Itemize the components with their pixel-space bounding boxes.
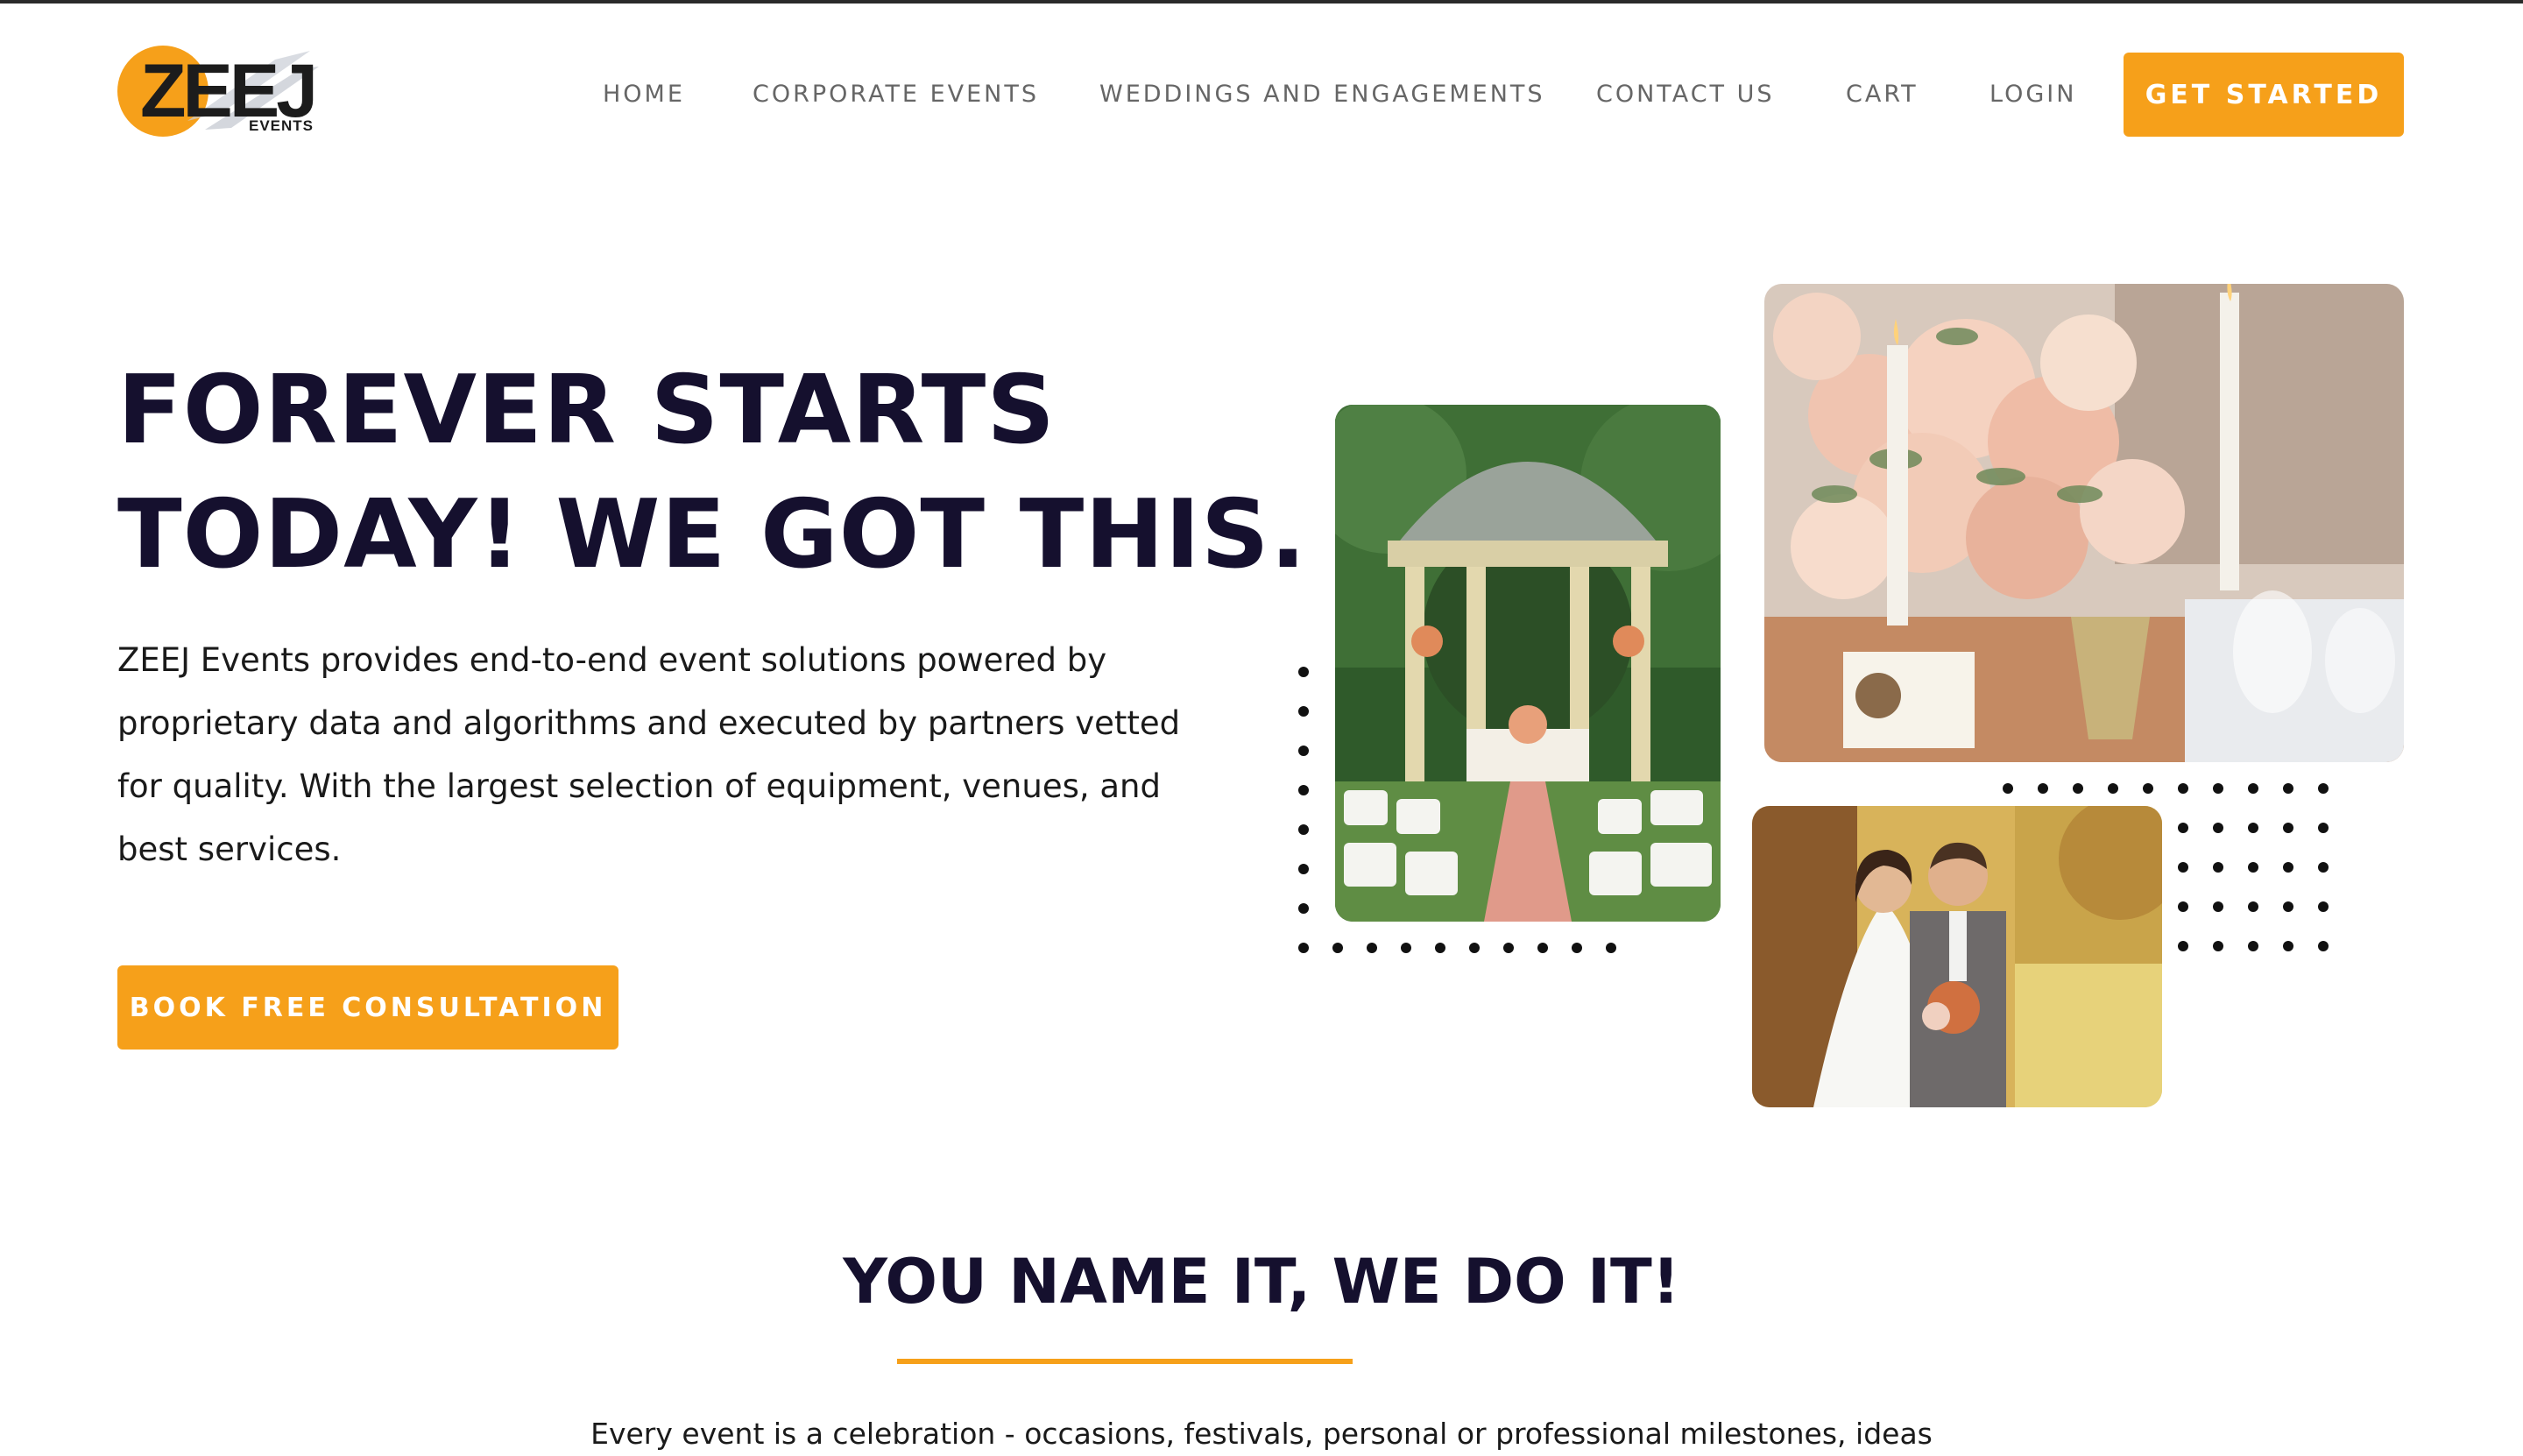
nav-home[interactable]: HOME <box>603 79 685 110</box>
section-title-underline <box>897 1359 1353 1364</box>
section-title: YOU NAME IT, WE DO IT! <box>843 1246 1680 1318</box>
get-started-button[interactable]: GET STARTED <box>2124 53 2404 137</box>
gazebo-ceremony-photo <box>1335 405 1721 922</box>
nav-weddings-and-engagements[interactable]: WEDDINGS AND ENGAGEMENTS <box>1099 79 1545 110</box>
nav-contact-us[interactable]: CONTACT US <box>1596 79 1775 110</box>
hero-title: FOREVER STARTS TODAY! WE GOT THIS. <box>117 349 1307 597</box>
section-intro-text: Every event is a celebration - occasions… <box>590 1417 1933 1451</box>
nav-login[interactable]: LOGIN <box>1989 79 2076 110</box>
hero-description: ZEEJ Events provides end-to-end event so… <box>117 641 1181 868</box>
hero-title-line-1: FOREVER STARTS <box>117 356 1057 465</box>
nav-corporate-events[interactable]: CORPORATE EVENTS <box>753 79 1039 110</box>
book-free-consultation-button[interactable]: BOOK FREE CONSULTATION <box>117 965 618 1050</box>
wedding-couple-photo <box>1752 806 2162 1107</box>
zeej-logo[interactable]: ZEEJ EVENTS <box>117 44 328 140</box>
nav-cart[interactable]: CART <box>1846 79 1919 110</box>
top-border <box>0 0 2523 4</box>
floral-table-candles-photo <box>1764 284 2404 762</box>
hero-title-line-2: TODAY! WE GOT THIS. <box>117 480 1307 590</box>
logo-subtitle: EVENTS <box>249 117 314 134</box>
